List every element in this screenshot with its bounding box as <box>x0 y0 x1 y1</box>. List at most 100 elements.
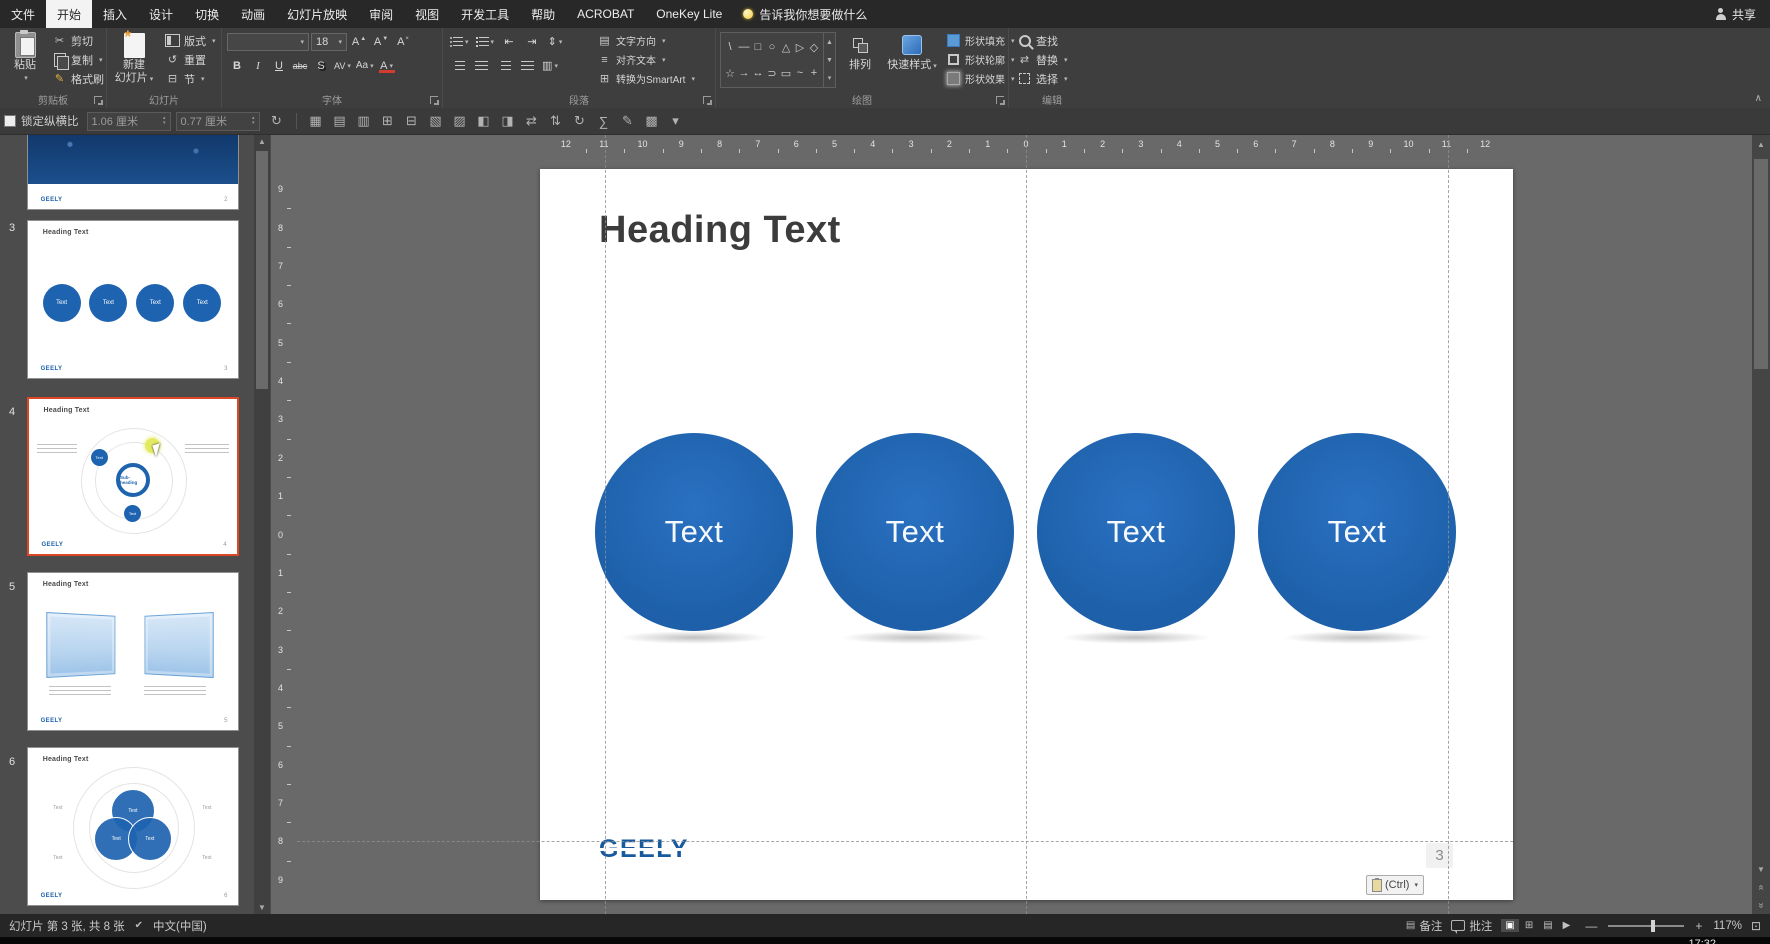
hatch-icon[interactable]: ▩ <box>640 113 664 129</box>
reset-button[interactable]: ↺重置 <box>163 50 218 69</box>
shading-icon[interactable]: ▧ <box>424 113 448 129</box>
select-button[interactable]: 选择▾ <box>1015 69 1070 88</box>
replace-button[interactable]: ⇄替换▾ <box>1015 50 1070 69</box>
font-color-button[interactable]: A▾ <box>377 57 397 74</box>
shape-option-4[interactable]: △ <box>779 34 793 60</box>
reading-view-button[interactable]: ▤ <box>1539 919 1556 932</box>
menu-tab-transitions[interactable]: 切换 <box>184 0 230 28</box>
table-grid-icon[interactable]: ▦ <box>304 113 328 129</box>
shape-outline-button[interactable]: 形状轮廓▾ <box>944 50 1006 69</box>
zoom-slider[interactable] <box>1608 920 1684 932</box>
thumbnail-scrollbar[interactable]: ▲ ▼ <box>254 135 270 914</box>
shapes-gallery[interactable]: \—□○△▷◇☆→↔⊃▭~+ ▲ ▼ ▾ <box>720 32 836 88</box>
menu-tab-slide-show[interactable]: 幻灯片放映 <box>276 0 358 28</box>
geely-logo[interactable]: GEELY <box>599 835 689 864</box>
shape-option-8[interactable]: → <box>737 60 751 86</box>
font-dialog-launcher[interactable] <box>430 96 438 104</box>
more-tools-dropdown[interactable]: ▾ <box>664 113 688 129</box>
thumbnail-slide-4-selected[interactable]: Heading Text Sub-heading Text Text GEELY… <box>27 397 239 556</box>
rotate-icon[interactable]: ↻ <box>568 113 592 129</box>
menu-tab-file[interactable]: 文件 <box>0 0 46 28</box>
align-center-button[interactable] <box>471 57 491 74</box>
zoom-out-button[interactable]: — <box>1583 919 1599 933</box>
format-painter-button[interactable]: ✎格式刷 <box>50 69 106 88</box>
underline-button[interactable]: U <box>269 57 289 74</box>
shape-width-field[interactable]: 1.06 厘米▴▾ <box>87 112 171 131</box>
shapes-scroll-down[interactable]: ▼ <box>824 51 835 69</box>
shape-option-10[interactable]: ⊃ <box>765 60 779 86</box>
shape-height-field[interactable]: 0.77 厘米▴▾ <box>176 112 260 131</box>
paragraph-dialog-launcher[interactable] <box>703 96 711 104</box>
text-direction-button[interactable]: ▤文字方向▾ <box>595 31 711 50</box>
menu-tab-view[interactable]: 视图 <box>404 0 450 28</box>
align-left-button[interactable] <box>448 57 468 74</box>
menu-tab-insert[interactable]: 插入 <box>92 0 138 28</box>
merge-cells-icon[interactable]: ⊟ <box>400 113 424 129</box>
swap-vertical-icon[interactable]: ⇅ <box>544 113 568 129</box>
arrange-button[interactable]: 排列 <box>838 31 882 72</box>
text-shadow-button[interactable]: S <box>311 57 331 74</box>
thumbnail-slide-3[interactable]: Heading Text Text Text Text Text GEELY 3 <box>27 220 239 379</box>
shape-fill-button[interactable]: 形状填充▾ <box>944 31 1006 50</box>
spellcheck-icon[interactable]: ✔ <box>135 920 143 931</box>
paste-button[interactable]: 粘贴 ▾ <box>3 31 47 85</box>
thumbnail-slide-6[interactable]: Heading Text Text Text Text Text Text Te… <box>27 747 239 906</box>
normal-view-button[interactable]: ▣ <box>1501 919 1518 932</box>
slide-title[interactable]: Heading Text <box>599 209 841 252</box>
shape-option-13[interactable]: + <box>807 60 821 86</box>
notes-button[interactable]: ▤备注 <box>1406 918 1442 934</box>
quick-styles-button[interactable]: 快速样式▾ <box>884 31 940 73</box>
align-text-button[interactable]: ≡对齐文本▾ <box>595 50 711 69</box>
menu-tab-developer[interactable]: 开发工具 <box>450 0 520 28</box>
guide-vertical-left[interactable] <box>605 135 606 914</box>
shape-option-0[interactable]: \ <box>723 34 737 60</box>
strikethrough-button[interactable]: abc <box>290 57 310 74</box>
menu-tab-home[interactable]: 开始 <box>46 0 92 28</box>
lock-aspect-checkbox[interactable] <box>4 115 16 127</box>
zoom-slider-thumb[interactable] <box>1651 920 1655 932</box>
shapes-more-button[interactable]: ▾ <box>824 69 835 87</box>
find-button[interactable]: 查找 <box>1015 31 1070 50</box>
menu-tab-help[interactable]: 帮助 <box>520 0 566 28</box>
thumb-scroll-down-arrow[interactable]: ▼ <box>254 903 270 912</box>
slide-shape-circle-3[interactable]: Text <box>1037 433 1235 631</box>
height-spinner[interactable]: ▴▾ <box>252 116 255 126</box>
numbering-button[interactable]: ▾ <box>474 33 497 50</box>
previous-slide-button[interactable]: « <box>1752 878 1770 896</box>
slide-shape-circle-2[interactable]: Text <box>816 433 1014 631</box>
section-button[interactable]: ⊟节▾ <box>163 69 218 88</box>
slide-sorter-view-button[interactable]: ⊞ <box>1521 919 1537 932</box>
copy-button[interactable]: 复制▾ <box>50 50 106 69</box>
menu-tab-design[interactable]: 设计 <box>138 0 184 28</box>
justify-button[interactable] <box>517 57 537 74</box>
shape-option-3[interactable]: ○ <box>765 34 779 60</box>
zoom-in-button[interactable]: + <box>1693 919 1704 933</box>
tell-me-box[interactable]: 告诉我你想要做什么 <box>743 6 867 23</box>
edit-icon[interactable]: ✎ <box>616 113 640 129</box>
columns-button[interactable]: ▥▾ <box>540 57 560 74</box>
slideshow-button[interactable]: ▶ <box>1559 919 1575 932</box>
guide-horizontal-bottom[interactable] <box>297 841 1513 842</box>
comments-button[interactable]: 批注 <box>1451 918 1492 934</box>
line-spacing-button[interactable]: ⇕▾ <box>545 33 565 50</box>
decrease-indent-button[interactable]: ⇤ <box>499 33 519 50</box>
shape-effects-button[interactable]: 形状效果▾ <box>944 69 1006 88</box>
split-cells-icon[interactable]: ⊞ <box>376 113 400 129</box>
menu-tab-review[interactable]: 审阅 <box>358 0 404 28</box>
slide-shape-circle-4[interactable]: Text <box>1258 433 1456 631</box>
scrollbar-thumb[interactable] <box>1754 159 1768 369</box>
new-slide-button[interactable]: 新建 幻灯片▾ <box>110 31 158 86</box>
guide-vertical-right[interactable] <box>1448 135 1449 914</box>
cut-button[interactable]: ✂剪切 <box>50 31 106 50</box>
guide-vertical-center[interactable] <box>1026 135 1027 914</box>
menu-tab-acrobat[interactable]: ACROBAT <box>566 0 645 28</box>
shape-option-2[interactable]: □ <box>751 34 765 60</box>
decrease-font-button[interactable]: A▼ <box>371 34 391 51</box>
swap-horizontal-icon[interactable]: ⇄ <box>520 113 544 129</box>
sum-icon[interactable]: ∑ <box>592 114 616 129</box>
scroll-up-arrow[interactable]: ▲ <box>1752 135 1770 153</box>
menu-tab-onekey-lite[interactable]: OneKey Lite <box>645 0 733 28</box>
thumb-scroll-up-arrow[interactable]: ▲ <box>254 137 270 146</box>
bullets-button[interactable]: ▾ <box>448 33 471 50</box>
shape-option-1[interactable]: — <box>737 34 751 60</box>
